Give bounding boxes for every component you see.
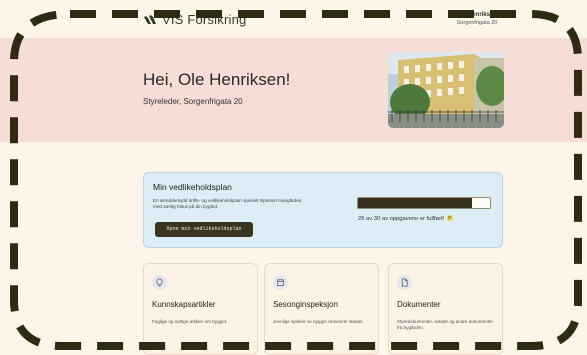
card-title: Kunnskapsartikler [152, 300, 216, 309]
card-title: Dokumenter [397, 300, 441, 309]
logo-text: VIS Forsikring [162, 12, 247, 27]
page-subtitle: Styreleder, Sorgenfrigata 20 [143, 97, 243, 106]
top-bar: VIS Forsikring Ole Henriksen Sorgenfriga… [0, 0, 587, 38]
progress-fill [358, 198, 473, 208]
progress-status: 26 av 30 av oppgavene er fullført! [358, 215, 453, 222]
card-description: Styredokumenter, avtaler og andre dokume… [397, 319, 494, 331]
card-seasonal-inspection[interactable]: Sesonginspeksjon Jevnlige sjekker av byg… [264, 263, 379, 355]
user-circle-icon [500, 11, 507, 18]
logo-mark-icon [144, 14, 156, 24]
plan-title: Min vedlikeholdsplan [153, 182, 232, 192]
user-address: Sorgenfrigata 20 [456, 20, 498, 26]
card-documents[interactable]: Dokumenter Styredokumenter, avtaler og a… [388, 263, 503, 355]
page-title: Hei, Ole Henriksen! [143, 70, 291, 89]
card-title: Sesonginspeksjon [273, 300, 338, 309]
plan-description: En skreddersydd drifts- og vedlikeholdsp… [153, 198, 303, 210]
lightbulb-icon [152, 275, 167, 290]
user-name: Ole Henriksen [456, 11, 497, 18]
progress-bar [357, 197, 491, 209]
open-plan-button[interactable]: Åpne min vedlikeholdsplan [155, 222, 253, 237]
logo[interactable]: VIS Forsikring [143, 12, 246, 27]
card-knowledge-articles[interactable]: Kunnskapsartikler Faglige og nyttige art… [143, 263, 258, 355]
maintenance-plan-card: Min vedlikeholdsplan En skreddersydd dri… [143, 172, 503, 248]
user-menu[interactable]: Ole Henriksen Sorgenfrigata 20 [457, 11, 507, 26]
building-photo [388, 52, 504, 128]
calendar-icon [273, 275, 288, 290]
progress-text: 26 av 30 av oppgavene er fullført! [358, 216, 445, 222]
document-icon [397, 275, 412, 290]
card-description: Faglige og nyttige artikler om bygget. [152, 319, 228, 324]
celebration-icon [447, 215, 453, 221]
card-description: Jevnlige sjekker av bygget reduserer ska… [273, 319, 364, 324]
